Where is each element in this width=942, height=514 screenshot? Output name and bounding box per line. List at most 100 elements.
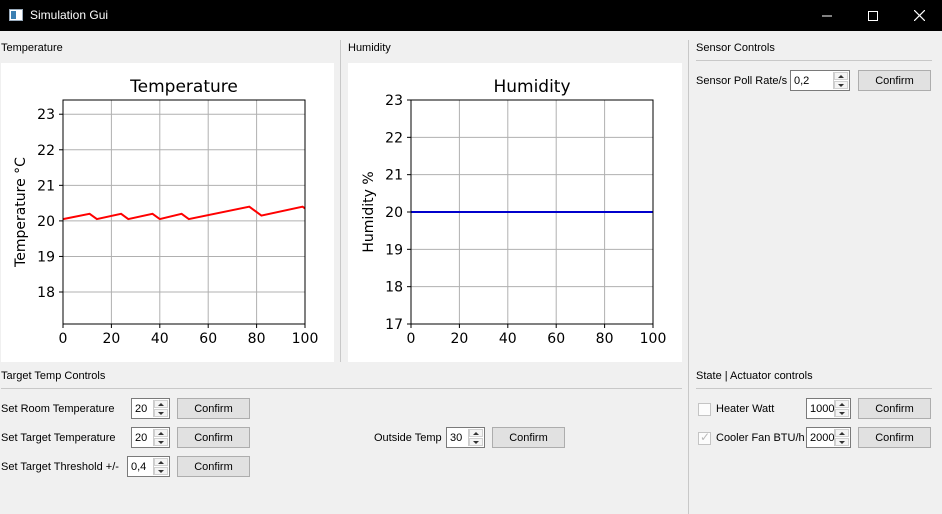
target-temp-spinbox[interactable] bbox=[131, 427, 170, 448]
spin-up-icon[interactable] bbox=[834, 72, 848, 80]
x-tick-label: 60 bbox=[547, 331, 565, 347]
y-tick-label: 17 bbox=[385, 317, 403, 333]
x-tick-label: 20 bbox=[102, 331, 120, 347]
spin-up-icon[interactable] bbox=[154, 429, 168, 437]
heater-watt-input[interactable] bbox=[810, 401, 836, 416]
spin-arrows[interactable] bbox=[153, 429, 168, 446]
y-tick-label: 23 bbox=[37, 107, 55, 123]
heater-confirm-button[interactable]: Confirm bbox=[858, 398, 931, 419]
cooler-confirm-button[interactable]: Confirm bbox=[858, 427, 931, 448]
threshold-input[interactable] bbox=[131, 459, 153, 474]
y-tick-label: 20 bbox=[385, 205, 403, 221]
spin-down-icon[interactable] bbox=[154, 409, 168, 417]
minimize-icon bbox=[822, 15, 832, 16]
spin-down-icon[interactable] bbox=[469, 438, 483, 446]
x-tick-label: 100 bbox=[292, 331, 319, 347]
x-tick-label: 80 bbox=[596, 331, 614, 347]
spin-up-icon[interactable] bbox=[469, 429, 483, 437]
room-temp-label: Set Room Temperature bbox=[1, 403, 115, 415]
heater-checkbox[interactable] bbox=[698, 403, 711, 416]
x-tick-label: 40 bbox=[499, 331, 517, 347]
poll-rate-input[interactable] bbox=[794, 73, 834, 88]
x-tick-label: 40 bbox=[151, 331, 169, 347]
y-tick-label: 22 bbox=[37, 143, 55, 159]
outside-temp-input[interactable] bbox=[450, 430, 468, 445]
x-tick-label: 60 bbox=[199, 331, 217, 347]
spin-down-icon[interactable] bbox=[834, 81, 848, 89]
heater-watt-spinbox[interactable] bbox=[806, 398, 851, 419]
app-window-icon bbox=[9, 9, 23, 21]
spin-down-icon[interactable] bbox=[835, 409, 849, 417]
y-tick-label: 23 bbox=[385, 93, 403, 109]
close-button[interactable] bbox=[896, 0, 942, 31]
x-tick-label: 0 bbox=[407, 331, 416, 347]
chart-title: Humidity bbox=[493, 77, 570, 97]
y-tick-label: 21 bbox=[385, 168, 403, 184]
spin-up-icon[interactable] bbox=[154, 400, 168, 408]
section-target-temp-controls: Target Temp Controls bbox=[1, 370, 106, 382]
spin-up-icon[interactable] bbox=[835, 429, 849, 437]
threshold-confirm-button[interactable]: Confirm bbox=[177, 456, 250, 477]
spin-up-icon[interactable] bbox=[154, 458, 168, 466]
title-bar: Simulation Gui bbox=[0, 0, 942, 31]
section-temperature: Temperature bbox=[1, 42, 63, 54]
cooler-checkbox[interactable]: ✓ bbox=[698, 430, 711, 445]
y-tick-label: 18 bbox=[37, 285, 55, 301]
section-humidity: Humidity bbox=[348, 42, 391, 54]
cooler-btu-spinbox[interactable] bbox=[806, 427, 851, 448]
y-tick-label: 19 bbox=[37, 249, 55, 265]
section-state-actuator: State | Actuator controls bbox=[696, 370, 813, 382]
y-tick-label: 18 bbox=[385, 280, 403, 296]
chart-title: Temperature bbox=[129, 77, 238, 97]
x-tick-label: 0 bbox=[59, 331, 68, 347]
spin-down-icon[interactable] bbox=[154, 438, 168, 446]
temperature-chart: 0 20 40 60 80 100 18 19 20 21 22 23 Temperature Tempe… bbox=[1, 63, 334, 362]
outside-temp-confirm-button[interactable]: Confirm bbox=[492, 427, 565, 448]
room-temp-input[interactable] bbox=[135, 401, 153, 416]
outside-temp-label: Outside Temp bbox=[374, 432, 442, 444]
cooler-label: Cooler Fan BTU/h bbox=[716, 432, 805, 444]
threshold-spinbox[interactable] bbox=[127, 456, 170, 477]
x-tick-label: 80 bbox=[248, 331, 266, 347]
room-temp-spinbox[interactable] bbox=[131, 398, 170, 419]
x-tick-label: 100 bbox=[640, 331, 667, 347]
y-axis-label: Temperature °C bbox=[13, 157, 29, 268]
cooler-btu-input[interactable] bbox=[810, 430, 836, 445]
minimize-button[interactable] bbox=[804, 0, 850, 31]
y-tick-label: 20 bbox=[37, 214, 55, 230]
spin-arrows[interactable] bbox=[834, 400, 849, 417]
divider bbox=[688, 40, 689, 514]
poll-rate-label: Sensor Poll Rate/s bbox=[696, 75, 788, 87]
spin-arrows[interactable] bbox=[153, 400, 168, 417]
spin-arrows[interactable] bbox=[468, 429, 483, 446]
series-line bbox=[62, 205, 306, 221]
spin-down-icon[interactable] bbox=[835, 438, 849, 446]
target-temp-label: Set Target Temperature bbox=[1, 432, 116, 444]
y-tick-label: 22 bbox=[385, 130, 403, 146]
y-axis-label: Humidity % bbox=[361, 171, 377, 252]
divider bbox=[340, 40, 341, 362]
y-tick-label: 19 bbox=[385, 242, 403, 258]
spin-arrows[interactable] bbox=[153, 458, 168, 475]
spin-arrows[interactable] bbox=[834, 429, 849, 446]
close-icon bbox=[913, 10, 925, 21]
room-temp-confirm-button[interactable]: Confirm bbox=[177, 398, 250, 419]
target-temp-confirm-button[interactable]: Confirm bbox=[177, 427, 250, 448]
spin-up-icon[interactable] bbox=[835, 400, 849, 408]
window-title: Simulation Gui bbox=[30, 8, 109, 22]
y-tick-label: 21 bbox=[37, 178, 55, 194]
heater-label: Heater Watt bbox=[716, 403, 775, 415]
divider bbox=[1, 388, 682, 389]
spin-arrows[interactable] bbox=[833, 72, 848, 89]
plot-frame bbox=[62, 99, 306, 325]
poll-rate-confirm-button[interactable]: Confirm bbox=[858, 70, 931, 91]
checkmark-icon: ✓ bbox=[700, 430, 711, 444]
poll-rate-spinbox[interactable] bbox=[790, 70, 850, 91]
spin-down-icon[interactable] bbox=[154, 467, 168, 475]
maximize-button[interactable] bbox=[850, 0, 896, 31]
humidity-chart: 0 20 40 60 80 100 17 18 19 20 21 22 23 Humidity Humidi… bbox=[348, 63, 682, 362]
outside-temp-spinbox[interactable] bbox=[446, 427, 485, 448]
divider bbox=[696, 60, 932, 61]
target-temp-input[interactable] bbox=[135, 430, 153, 445]
maximize-icon bbox=[868, 10, 878, 21]
